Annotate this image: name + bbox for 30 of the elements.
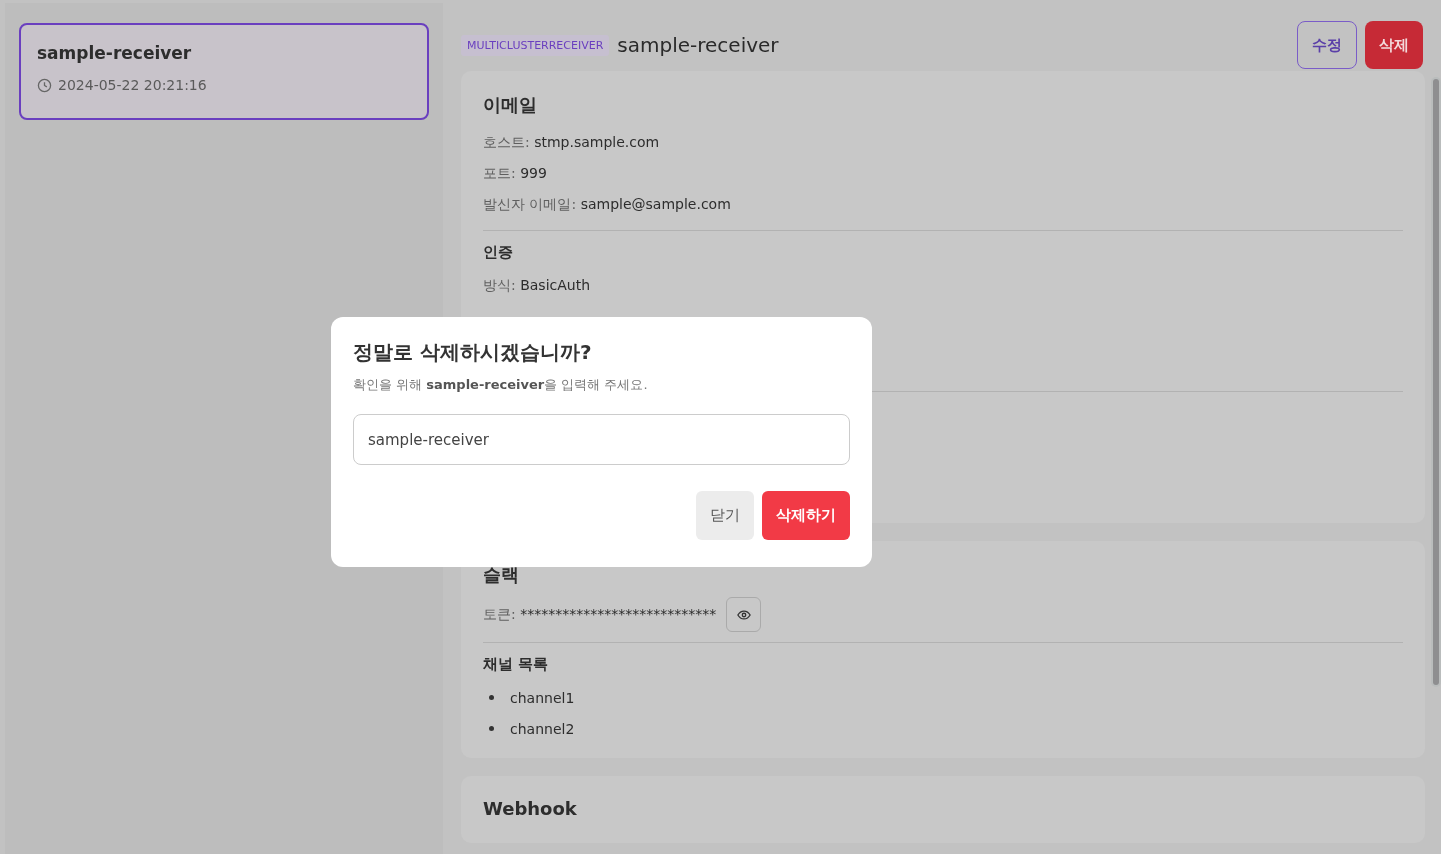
channel-name: channel2 [510, 720, 575, 737]
clock-icon [37, 77, 52, 93]
receiver-title: sample-receiver [617, 33, 780, 57]
show-token-button[interactable] [726, 597, 762, 632]
dialog-message: 확인을 위해 sample-receiver을 입력해 주세요. [353, 376, 649, 394]
confirm-input[interactable]: sample-receiver [353, 414, 850, 465]
field-text: 발신자 이메일: sample@sample.com [483, 195, 731, 214]
channel-name: channel1 [510, 689, 575, 706]
card-title: 슬랙 [483, 563, 520, 587]
field-text: 포트: 999 [483, 164, 547, 183]
field-text: 방식: BasicAuth [483, 276, 591, 295]
dialog-title: 정말로 삭제하시겠습니까? [353, 339, 593, 366]
delete-button[interactable]: 삭제 [1365, 21, 1423, 69]
field-text: 호스트: stmp.sample.com [483, 133, 660, 152]
close-button[interactable]: 닫기 [696, 491, 754, 540]
card-title: Webhook [483, 798, 578, 819]
timestamp: 2024-05-22 20:21:16 [58, 77, 207, 93]
field-text: 토큰: **************************** [483, 605, 717, 624]
section-title: 인증 [483, 243, 514, 262]
receiver-name: sample-receiver [37, 43, 193, 63]
edit-button[interactable]: 수정 [1297, 21, 1357, 69]
card-title: 이메일 [483, 93, 538, 117]
section-title: 채널 목록 [483, 655, 550, 674]
scrollbar[interactable] [1431, 77, 1441, 687]
bullet-icon [489, 695, 494, 700]
confirm-delete-button[interactable]: 삭제하기 [762, 491, 850, 540]
eye-icon [736, 609, 751, 620]
kind-badge: MULTICLUSTERRECEIVER [461, 34, 610, 56]
receiver-list-item[interactable]: sample-receiver 2024-05-22 20:21:16 [19, 23, 429, 120]
bullet-icon [489, 726, 494, 731]
